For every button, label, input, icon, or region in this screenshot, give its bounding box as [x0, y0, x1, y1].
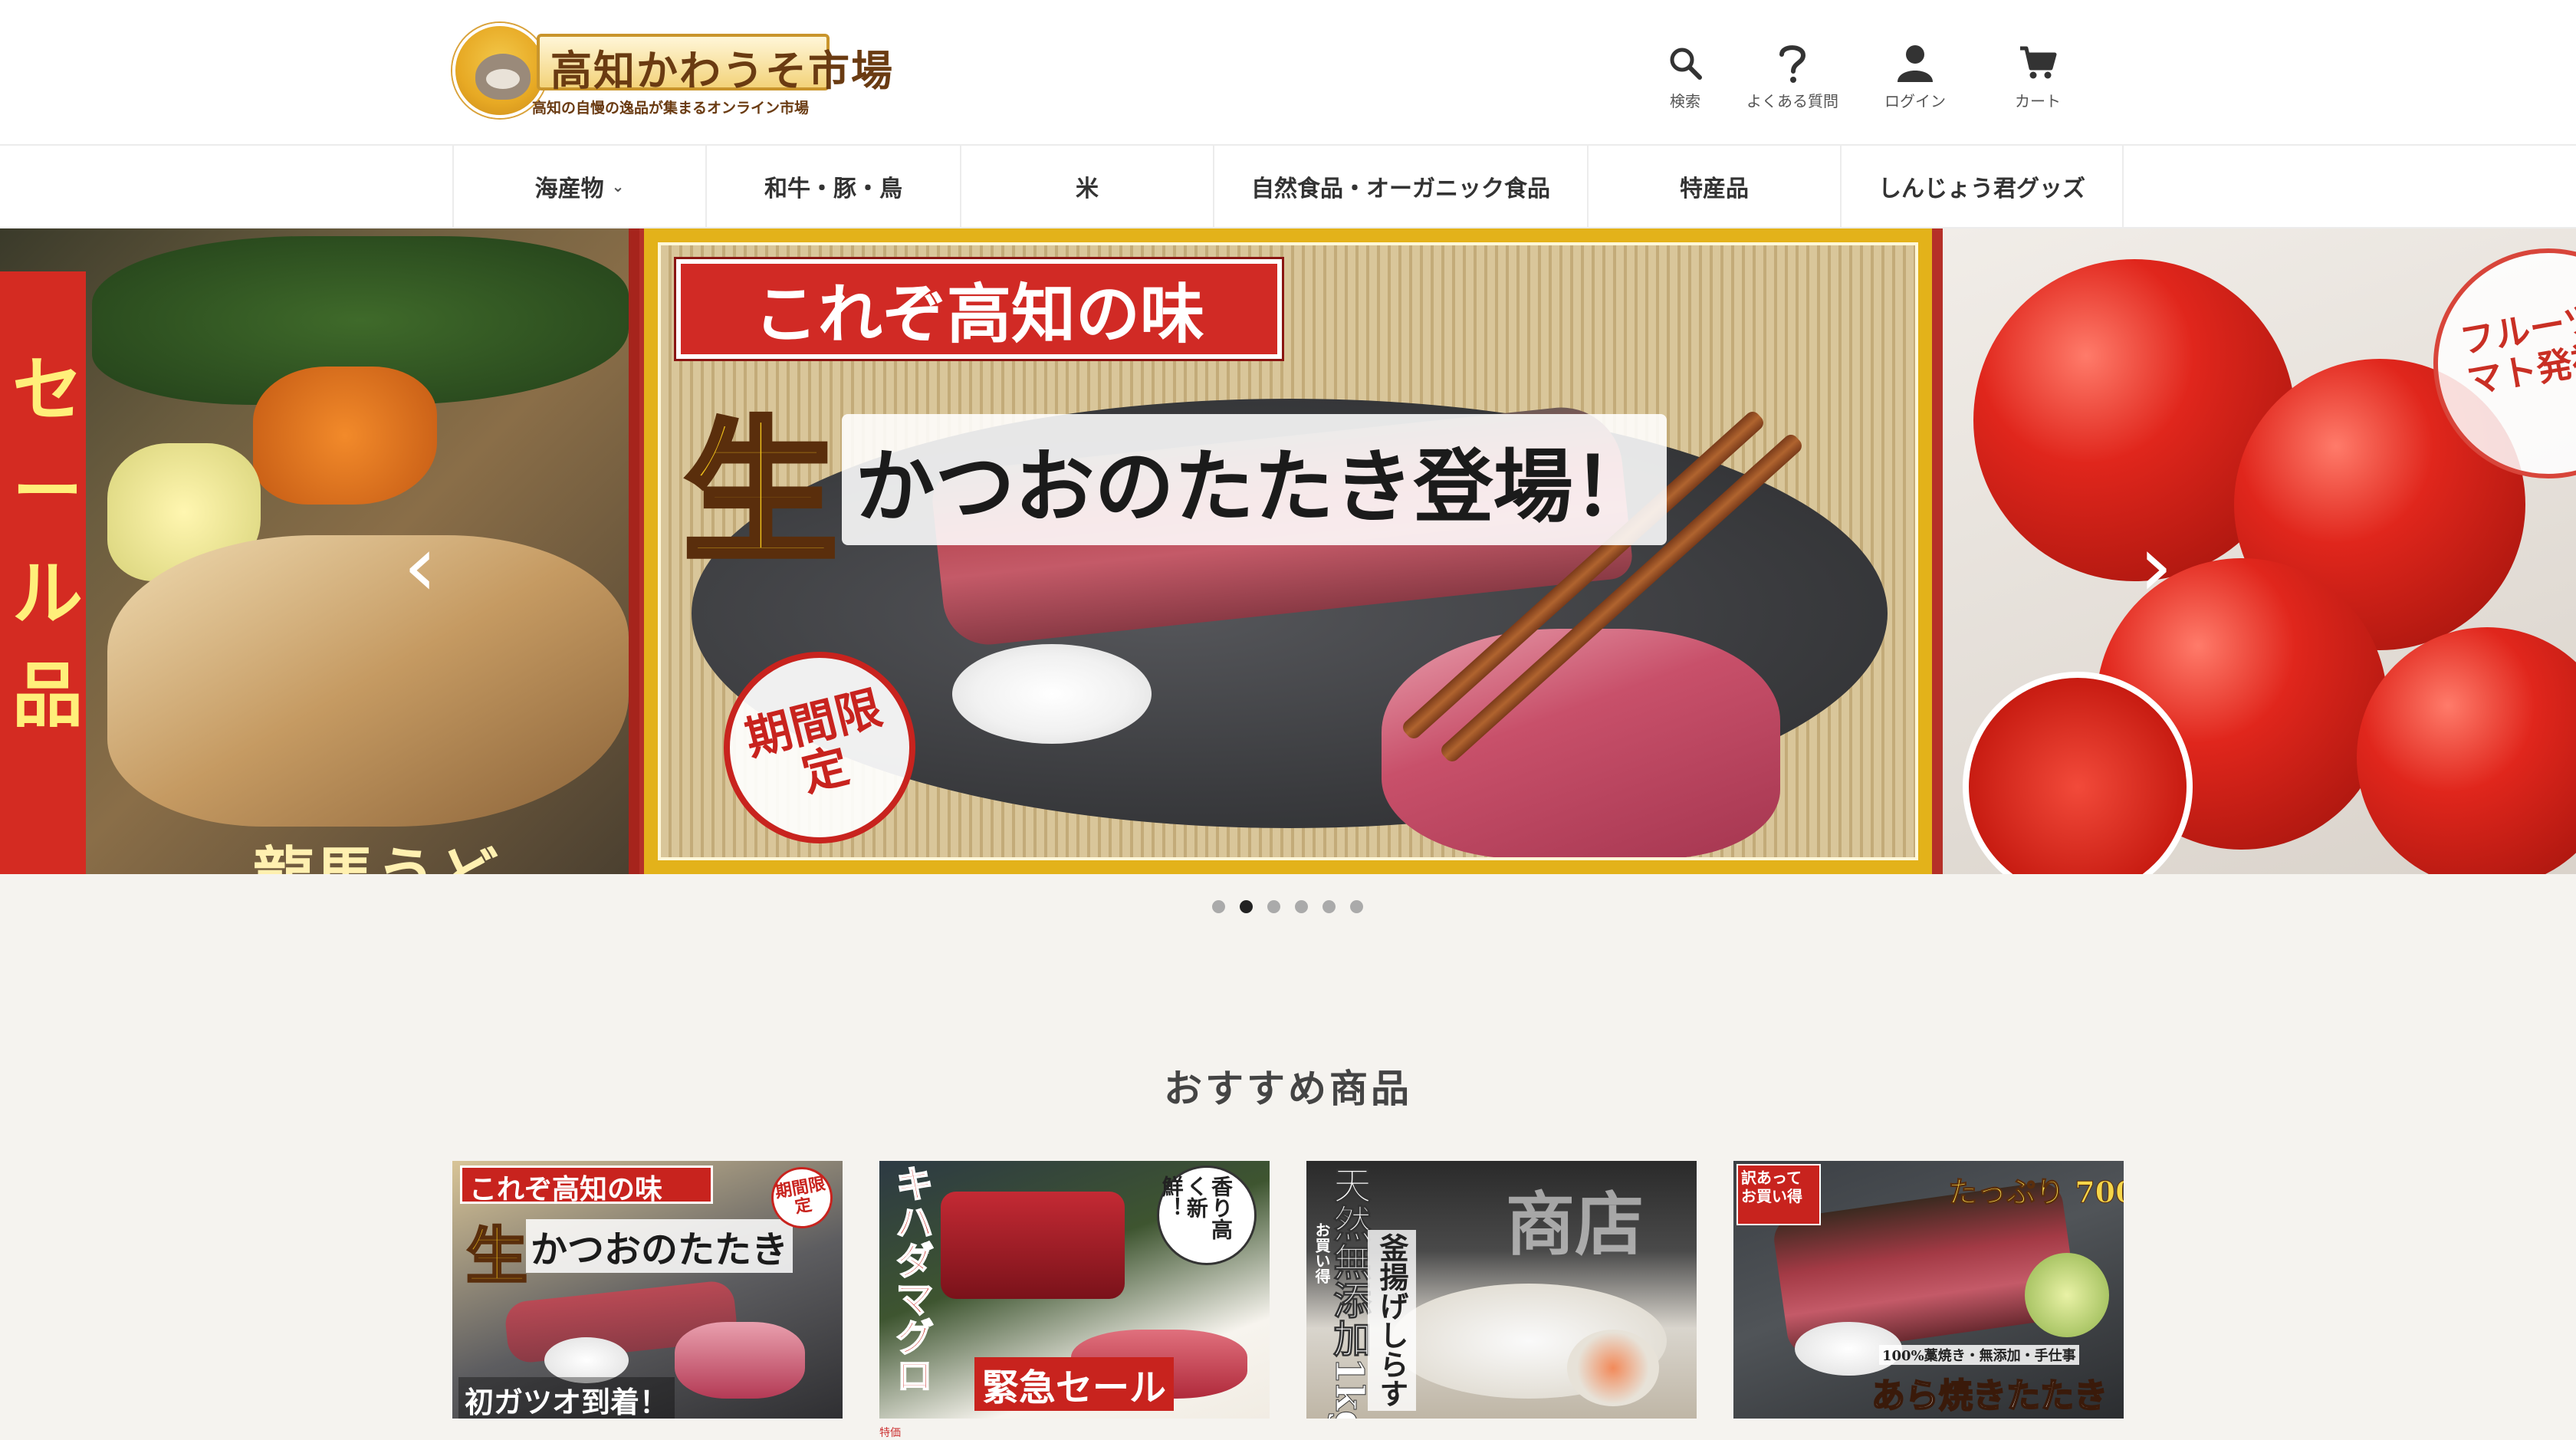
site-logo[interactable]: 高知かわうそ市場 高知の自慢の逸品が集まるオンライン市場 — [452, 23, 892, 121]
slider-dot-active[interactable] — [1240, 900, 1253, 913]
product-weight: たっぷり 700〜800g — [1947, 1175, 2124, 1210]
slider-dot[interactable] — [1267, 900, 1280, 913]
nav-item-meat[interactable]: 和牛・豚・鳥 — [707, 146, 961, 227]
nav-item-label: 和牛・豚・鳥 — [764, 176, 902, 202]
product-image[interactable]: キハダマグロ 香り高く新鮮！ 緊急セール — [879, 1161, 1270, 1419]
product-raw: 生 — [465, 1219, 529, 1294]
slide-next[interactable]: フルーツトマト発祥 — [1943, 228, 2576, 874]
slide-banner: これぞ高知の味 — [676, 259, 1282, 359]
product-bubble: 香り高く新鮮！ — [1157, 1165, 1257, 1265]
product-card[interactable]: 商店 天然無添加1kg 釜揚げしらす お買い得 — [1306, 1161, 1697, 1440]
logo-subtitle: 高知の自慢の逸品が集まるオンライン市場 — [532, 100, 810, 117]
login-button[interactable]: ログイン — [1854, 40, 1976, 117]
slider-dot[interactable] — [1295, 900, 1308, 913]
nav-item-label: 海産物 — [534, 176, 604, 202]
cart-icon — [1976, 40, 2099, 86]
slide-banner-text: これぞ高知の味 — [753, 275, 1204, 352]
nav-item-goods[interactable]: しんじょう君グッズ — [1842, 146, 2124, 227]
product-card[interactable]: キハダマグロ 香り高く新鮮！ 緊急セール 特価 — [879, 1161, 1270, 1440]
slider-dot[interactable] — [1212, 900, 1225, 913]
hero-slider[interactable]: セール品 龍馬うど これぞ高知の味 生 かつおのたたき登場！ 期間限定 — [0, 228, 2576, 874]
product-banner: これぞ高知の味 — [469, 1173, 663, 1205]
slider-dots — [1212, 900, 1363, 913]
product-image[interactable]: 訳あってお買い得 たっぷり 700〜800g 100%藁焼き・無添加・手仕事 あ… — [1733, 1161, 2124, 1419]
search-label: 検索 — [1670, 92, 1700, 110]
login-label: ログイン — [1884, 92, 1946, 110]
product-side: キハダマグロ — [889, 1163, 935, 1395]
nav-item-specialty[interactable]: 特産品 — [1589, 146, 1842, 227]
nav-item-label: しんじょう君グッズ — [1878, 176, 2085, 202]
product-card[interactable]: 訳あってお買い得 たっぷり 700〜800g 100%藁焼き・無添加・手仕事 あ… — [1733, 1161, 2124, 1440]
main-nav: 海産物 ⌄ 和牛・豚・鳥 米 自然食品・オーガニック食品 特産品 しんじょう君グ… — [0, 144, 2576, 228]
slide-prev[interactable]: セール品 龍馬うど — [0, 228, 639, 874]
headline-text: かつおのたたき登場！ — [841, 413, 1667, 545]
nav-item-label: 自然食品・オーガニック食品 — [1251, 176, 1550, 202]
help-icon — [1731, 40, 1854, 86]
product-small: お買い得 — [1313, 1222, 1331, 1284]
nav-item-label: 米 — [1076, 176, 1099, 202]
nav-bar: 海産物 ⌄ 和牛・豚・鳥 米 自然食品・オーガニック食品 特産品 しんじょう君グ… — [452, 146, 2124, 227]
product-headline: かつおのたたき — [526, 1219, 794, 1273]
slide-current[interactable]: これぞ高知の味 生 かつおのたたき登場！ 期間限定 — [644, 228, 1932, 874]
search-icon — [1639, 40, 1731, 86]
product-title: あら焼きたたき — [1871, 1376, 2108, 1416]
headline-raw: 生 — [681, 399, 840, 586]
product-footer: 緊急セール — [974, 1357, 1175, 1411]
product-line: 100%藁焼き・無添加・手仕事 — [1879, 1345, 2079, 1365]
sale-banner: セール品 — [0, 271, 86, 874]
product-grid: これぞ高知の味 生 かつおのたたき 期間限定 初ガツオ到着！ キハダマグロ 香り… — [452, 1161, 2124, 1440]
nav-item-label: 特産品 — [1680, 176, 1749, 202]
faq-button[interactable]: よくある質問 — [1731, 40, 1854, 117]
slider-next-arrow[interactable]: › — [2125, 520, 2187, 612]
slider-dot[interactable] — [1350, 900, 1363, 913]
roe — [253, 367, 437, 505]
section-title: おすすめ商品 — [1164, 1067, 1412, 1111]
slider-prev-arrow[interactable]: ‹ — [389, 520, 451, 612]
tomato — [2357, 627, 2576, 874]
header-icons: 検索 よくある質問 ログイン カート — [1639, 40, 2099, 117]
slide-headline: 生 かつおのたたき登場！ — [681, 368, 1667, 590]
product-sub: 釜揚げしらす — [1368, 1230, 1416, 1411]
product-image[interactable]: これぞ高知の味 生 かつおのたたき 期間限定 初ガツオ到着！ — [452, 1161, 843, 1419]
faq-label: よくある質問 — [1746, 92, 1838, 110]
chevron-down-icon: ⌄ — [611, 177, 625, 196]
product-card[interactable]: これぞ高知の味 生 かつおのたたき 期間限定 初ガツオ到着！ — [452, 1161, 843, 1440]
product-corner: 訳あってお買い得 — [1737, 1164, 1821, 1225]
site-header: 高知かわうそ市場 高知の自慢の逸品が集まるオンライン市場 検索 よくある質問 ロ… — [0, 0, 2576, 144]
nav-item-organic[interactable]: 自然食品・オーガニック食品 — [1214, 146, 1589, 227]
slider-dot[interactable] — [1322, 900, 1336, 913]
cart-button[interactable]: カート — [1976, 40, 2099, 117]
product-sign: 商店 — [1506, 1184, 1644, 1265]
product-footer: 初ガツオ到着！ — [458, 1377, 675, 1419]
user-icon — [1854, 40, 1976, 86]
nav-item-rice[interactable]: 米 — [961, 146, 1214, 227]
logo-title: 高知かわうそ市場 — [550, 46, 894, 95]
grilled-eel — [107, 535, 629, 827]
sale-text: セール品 — [12, 349, 84, 737]
product-tag: 特価 — [879, 1427, 901, 1439]
cart-label: カート — [2015, 92, 2061, 110]
search-button[interactable]: 検索 — [1639, 40, 1731, 117]
product-image[interactable]: 商店 天然無添加1kg 釜揚げしらす お買い得 — [1306, 1161, 1697, 1419]
nav-item-seafood[interactable]: 海産物 ⌄ — [454, 146, 707, 227]
slide-current-image: これぞ高知の味 生 かつおのたたき登場！ 期間限定 — [658, 242, 1918, 860]
bonito-piece — [1382, 629, 1780, 857]
salt-pile — [952, 644, 1152, 744]
slide-prev-caption: 龍馬うど — [253, 827, 498, 874]
